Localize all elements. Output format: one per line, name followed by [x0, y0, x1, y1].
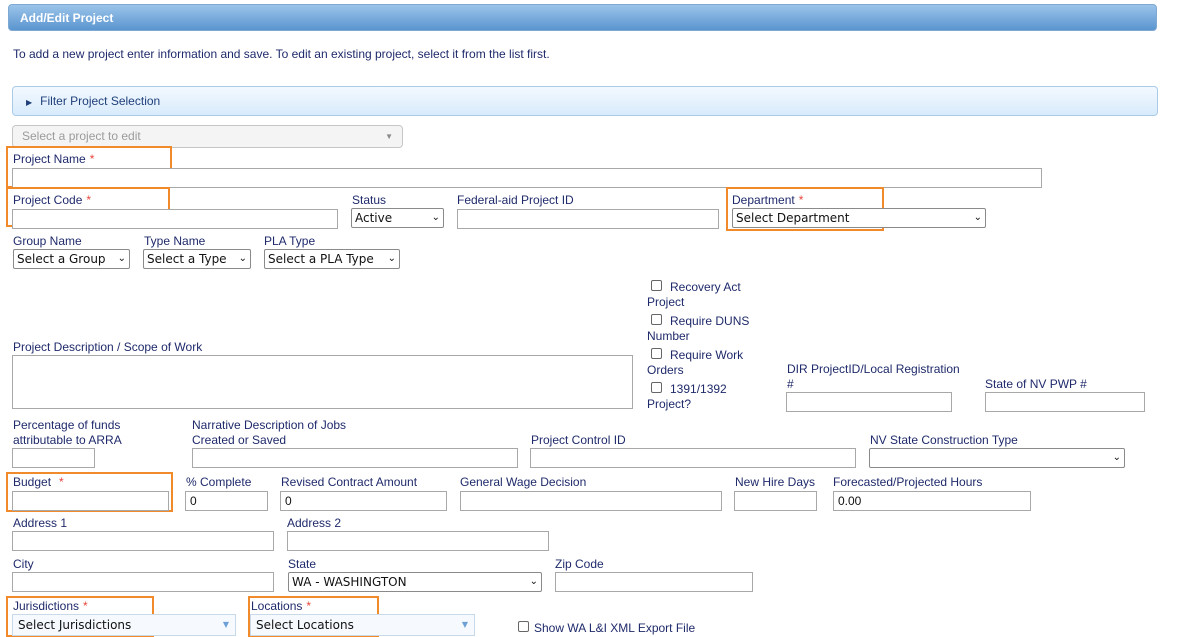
caret-right-icon: ▶	[26, 98, 33, 107]
chevron-down-icon: ⌄	[117, 253, 126, 264]
forecast-hours-label: Forecasted/Projected Hours	[833, 475, 983, 489]
state-select[interactable]: WA - WASHINGTON ⌄	[288, 572, 542, 592]
locations-select[interactable]: Select Locations ▼	[250, 614, 475, 636]
budget-input[interactable]	[12, 491, 169, 511]
type-name-select[interactable]: Select a Type ⌄	[143, 249, 251, 269]
city-input[interactable]	[12, 572, 274, 592]
filter-label: Filter Project Selection	[40, 94, 161, 108]
panel-header: Add/Edit Project	[8, 4, 1157, 31]
chevron-down-icon: ⌄	[973, 212, 982, 223]
new-hire-days-label: New Hire Days	[735, 475, 816, 489]
chevron-down-icon: ⌄	[431, 212, 440, 223]
require-work-orders-checkbox[interactable]	[651, 348, 662, 359]
zip-label: Zip Code	[555, 557, 604, 571]
description-label: Project Description / Scope of Work	[13, 340, 203, 354]
group-name-label: Group Name	[13, 234, 82, 248]
department-select[interactable]: Select Department ⌄	[732, 208, 986, 228]
chevron-down-icon: ▼	[385, 132, 393, 141]
pct-complete-label: % Complete	[186, 475, 252, 489]
arra-pct-input[interactable]	[12, 448, 95, 468]
nv-construction-label: NV State Construction Type	[870, 433, 1018, 447]
state-label: State	[288, 557, 317, 571]
recovery-act-label-2: Project	[647, 295, 685, 309]
project-name-input[interactable]	[12, 168, 1042, 188]
address2-label: Address 2	[287, 516, 342, 530]
status-label: Status	[352, 193, 387, 207]
revised-amount-input[interactable]	[280, 491, 447, 511]
arra-label-2: attributable to ARRA	[13, 433, 122, 447]
project-1391-checkbox[interactable]	[651, 382, 662, 393]
pla-type-select[interactable]: Select a PLA Type ⌄	[264, 249, 400, 269]
chevron-down-icon: ⌄	[238, 253, 247, 264]
project-select[interactable]: Select a project to edit ▼	[12, 125, 403, 148]
chevron-down-icon: ⌄	[387, 253, 396, 264]
pla-type-label: PLA Type	[264, 234, 316, 248]
wage-decision-input[interactable]	[460, 491, 722, 511]
address2-input[interactable]	[287, 531, 549, 551]
xml-export-label: Show WA L&I XML Export File	[534, 621, 696, 635]
project-1391-label-2: Project?	[647, 397, 692, 411]
zip-input[interactable]	[555, 572, 753, 592]
chevron-down-icon: ▼	[461, 620, 468, 629]
nv-construction-select[interactable]: ⌄	[869, 448, 1125, 468]
address1-label: Address 1	[13, 516, 68, 530]
locations-label: Locations *	[251, 599, 312, 613]
project-code-label: Project Code *	[13, 193, 92, 207]
dir-project-label-2: #	[787, 377, 794, 391]
require-duns-label-2: Number	[647, 329, 690, 343]
recovery-act-label-1: Recovery Act	[670, 280, 741, 294]
city-label: City	[13, 557, 34, 571]
narrative-label-1: Narrative Description of Jobs	[192, 418, 347, 432]
type-name-label: Type Name	[144, 234, 206, 248]
chevron-down-icon: ⌄	[529, 576, 538, 587]
forecast-hours-input[interactable]	[833, 491, 1031, 511]
narrative-input[interactable]	[192, 448, 518, 468]
require-work-orders-label-2: Orders	[647, 363, 684, 377]
xml-export-checkbox[interactable]	[518, 621, 529, 632]
chevron-down-icon: ⌄	[1112, 452, 1121, 463]
require-duns-checkbox[interactable]	[651, 314, 662, 325]
nv-pwp-input[interactable]	[985, 392, 1145, 412]
control-id-label: Project Control ID	[531, 433, 626, 447]
jurisdictions-label: Jurisdictions *	[13, 599, 88, 613]
revised-amount-label: Revised Contract Amount	[281, 475, 418, 489]
filter-project-toggle[interactable]: ▶ Filter Project Selection	[12, 86, 1158, 116]
recovery-act-checkbox[interactable]	[651, 280, 662, 291]
jurisdictions-select[interactable]: Select Jurisdictions ▼	[12, 614, 236, 636]
description-textarea[interactable]	[12, 355, 633, 409]
narrative-label-2: Created or Saved	[192, 433, 287, 447]
arra-label-1: Percentage of funds	[13, 418, 121, 432]
dir-project-input[interactable]	[786, 392, 952, 412]
status-select[interactable]: Active ⌄	[351, 208, 444, 228]
project-name-label: Project Name *	[13, 152, 95, 166]
dir-project-label-1: DIR ProjectID/Local Registration	[787, 362, 960, 376]
project-select-placeholder: Select a project to edit	[22, 129, 141, 143]
group-name-select[interactable]: Select a Group ⌄	[13, 249, 130, 269]
require-work-orders-label-1: Require Work	[670, 348, 744, 362]
federal-aid-label: Federal-aid Project ID	[457, 193, 574, 207]
nv-pwp-label: State of NV PWP #	[985, 377, 1087, 391]
pct-complete-input[interactable]	[185, 491, 268, 511]
new-hire-days-input[interactable]	[734, 491, 817, 511]
control-id-input[interactable]	[530, 448, 856, 468]
budget-label: Budget *	[13, 475, 64, 489]
require-duns-label-1: Require DUNS	[670, 314, 750, 328]
wage-decision-label: General Wage Decision	[460, 475, 587, 489]
intro-text: To add a new project enter information a…	[13, 47, 550, 61]
project-1391-label-1: 1391/1392	[670, 382, 727, 396]
address1-input[interactable]	[12, 531, 274, 551]
federal-aid-input[interactable]	[457, 209, 719, 229]
project-code-input[interactable]	[12, 209, 338, 229]
chevron-down-icon: ▼	[222, 620, 229, 629]
department-label: Department *	[732, 193, 804, 207]
